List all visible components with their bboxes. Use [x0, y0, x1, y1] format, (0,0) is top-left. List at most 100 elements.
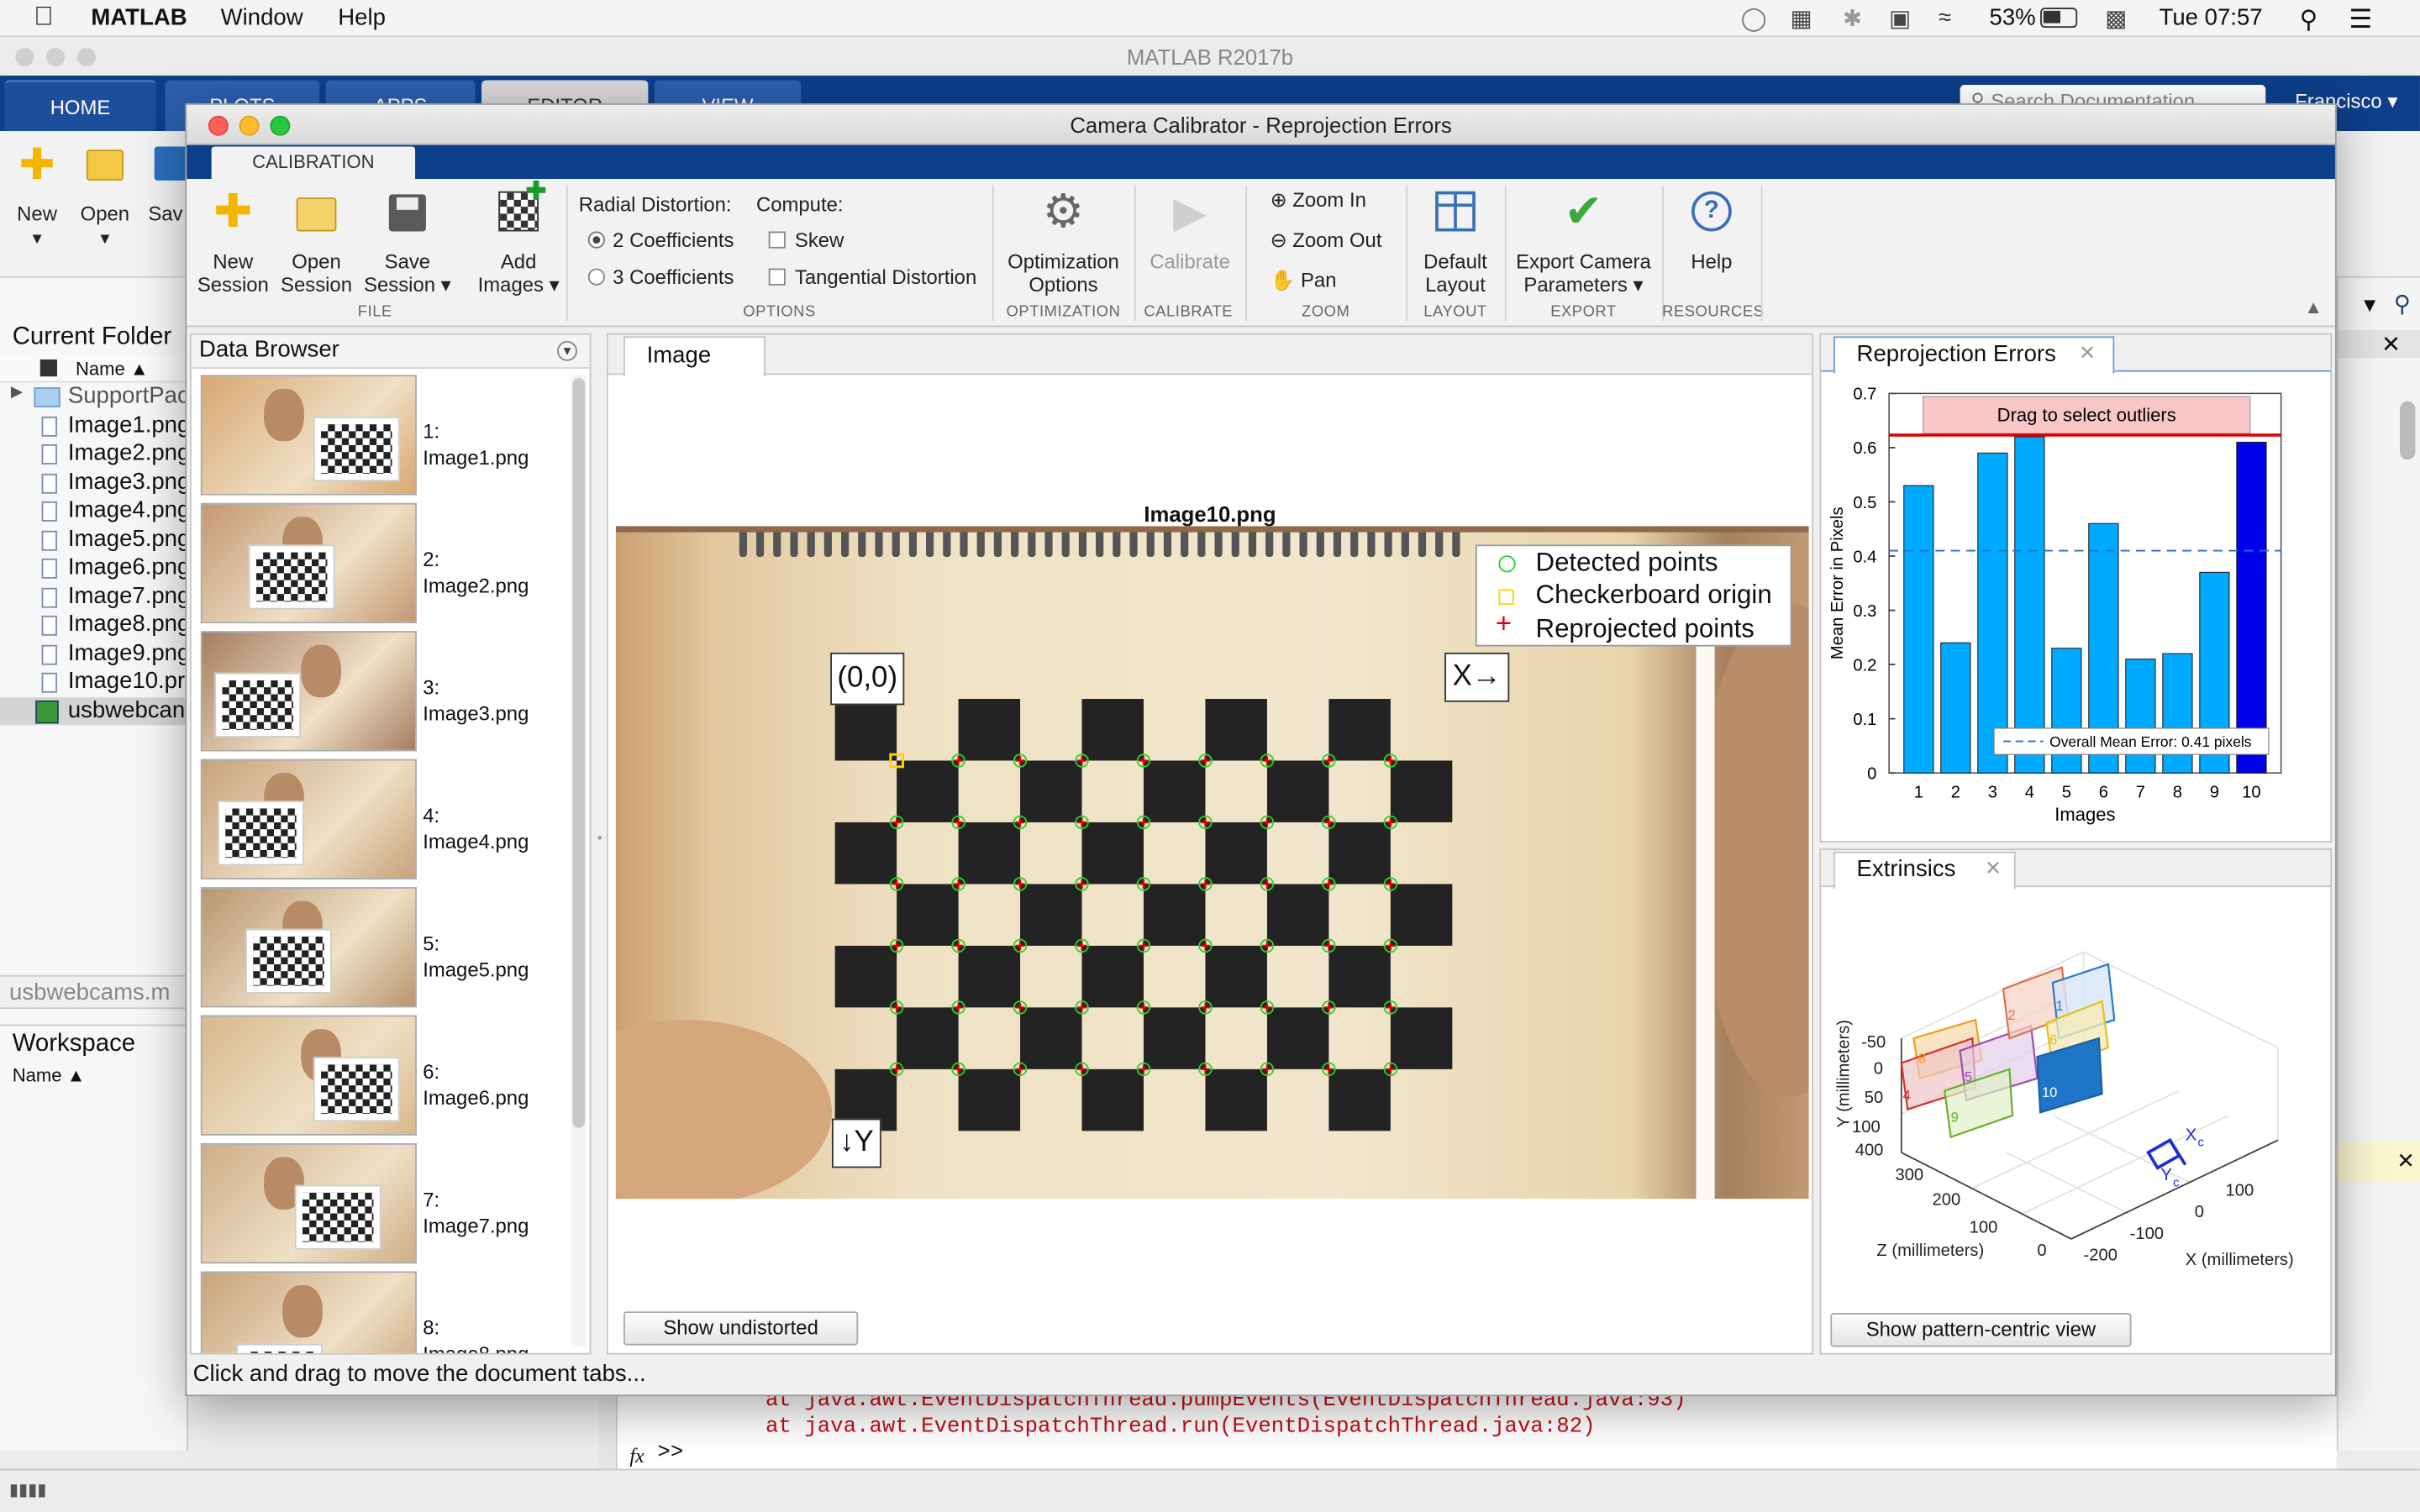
matlab-open-button[interactable]: Open ▼	[74, 144, 135, 252]
error-bar[interactable]	[1977, 452, 2008, 774]
command-window[interactable]: at java.awt.EventDispatchThread.pumpEven…	[617, 1389, 2337, 1469]
menubar-clock[interactable]: Tue 07:57	[2160, 5, 2263, 31]
wifi-icon[interactable]: ≈	[1939, 5, 1951, 31]
splitter-handle[interactable]: •	[597, 830, 607, 848]
new-session-button[interactable]: ✚ New Session	[193, 187, 274, 296]
menu-window[interactable]: Window	[221, 5, 303, 31]
panel-menu-icon[interactable]: ▼	[557, 340, 577, 361]
search-icon[interactable]: ⚲	[2394, 290, 2411, 318]
thumbnail-label[interactable]: 7: Image7.png	[423, 1186, 529, 1238]
image-thumbnail[interactable]	[200, 1271, 417, 1353]
window-minimize-button[interactable]	[239, 115, 260, 136]
zoom-in-button[interactable]: ⊕ Zoom In	[1270, 188, 1366, 213]
file-item[interactable]: Image1.png	[0, 411, 188, 438]
matlab-close-button[interactable]	[15, 47, 34, 66]
default-layout-button[interactable]: Default Layout	[1409, 188, 1502, 297]
matlab-minimize-button[interactable]	[46, 47, 66, 66]
image-thumbnail[interactable]	[200, 502, 417, 624]
notification-center-icon[interactable]: ☰	[2349, 5, 2372, 36]
optimization-options-button[interactable]: ⚙ Optimization Options	[996, 187, 1132, 296]
menu-app-name[interactable]: MATLAB	[91, 5, 187, 31]
calibration-image[interactable]: (0,0) X→ ↓Y Detected points Checkerboard…	[615, 526, 1809, 1200]
radio-2-coefficients[interactable]: 2 Coefficients	[587, 228, 734, 251]
close-icon[interactable]: ✕	[2396, 1148, 2415, 1174]
matlab-new-button[interactable]: ✚ New ▼	[9, 143, 65, 252]
close-icon[interactable]: ✕	[2079, 341, 2096, 365]
tab-extrinsics[interactable]: Extrinsics ✕	[1833, 851, 2016, 889]
matlab-save-button[interactable]: Sav	[148, 144, 189, 225]
checkbox-skew[interactable]: Skew	[768, 228, 844, 251]
file-item[interactable]: Image2.png	[0, 439, 188, 467]
thumbnail-label[interactable]: 6: Image6.png	[423, 1058, 529, 1110]
help-button[interactable]: ? Help	[1665, 188, 1758, 273]
file-item[interactable]: Image5.png	[0, 525, 188, 553]
error-bar[interactable]	[2236, 441, 2267, 774]
thumbnail-label[interactable]: 2: Image2.png	[423, 546, 529, 598]
save-session-button[interactable]: Save Session ▾	[356, 188, 458, 297]
zoom-out-button[interactable]: ⊖ Zoom Out	[1270, 228, 1382, 253]
error-bar[interactable]	[1903, 485, 1934, 774]
checkbox-tangential-distortion[interactable]: Tangential Distortion	[768, 265, 976, 288]
dropdown-arrow-icon[interactable]: ▼	[2360, 293, 2380, 317]
collapse-toolstrip-icon[interactable]: ▲	[2304, 297, 2323, 318]
file-item[interactable]: Image8.png	[0, 611, 188, 638]
file-item[interactable]: usbwebcan	[0, 696, 189, 725]
folder-item[interactable]: ▶ SupportPac	[0, 383, 188, 411]
matlab-zoom-button[interactable]	[76, 47, 96, 66]
pan-button[interactable]: ✋ Pan	[1270, 269, 1337, 293]
add-images-button[interactable]: ✚ Add Images ▾	[468, 180, 570, 297]
close-icon[interactable]: ✕	[2381, 330, 2401, 358]
window-close-button[interactable]	[208, 115, 229, 136]
workspace-name-column[interactable]: Name ▲	[13, 1064, 86, 1086]
data-browser-scrollbar[interactable]	[571, 375, 587, 1347]
image-thumbnail[interactable]	[200, 1015, 417, 1136]
name-column-header[interactable]: Name ▲	[76, 358, 149, 380]
extrinsics-3d-plot[interactable]: 8 4 5 9 2 1 6 10 -50 0 50 100 400 300 200 10…	[1821, 890, 2330, 1307]
tab-image[interactable]: Image	[623, 336, 766, 377]
thumbnail-label[interactable]: 4: Image4.png	[423, 802, 529, 854]
open-session-button[interactable]: Open Session	[273, 188, 360, 297]
file-item[interactable]: Image3.png	[0, 468, 188, 496]
file-item[interactable]: Image9.png	[0, 639, 188, 667]
keyboard-icon[interactable]: ▣	[1889, 5, 1911, 32]
thumbnail-label[interactable]: 8:Image8.png	[423, 1315, 529, 1353]
file-item[interactable]: Image7.png	[0, 582, 188, 610]
bluetooth-icon[interactable]: ✱	[1843, 5, 1862, 32]
image-thumbnail[interactable]	[200, 759, 417, 879]
image-thumbnail[interactable]	[200, 375, 417, 496]
window-zoom-button[interactable]	[270, 115, 291, 136]
headphones-icon[interactable]: ◯	[1741, 5, 1767, 32]
image-thumbnail[interactable]	[200, 887, 417, 1008]
image-thumbnail[interactable]	[200, 1142, 417, 1264]
thumbnail-label[interactable]: 1: Image1.png	[423, 418, 529, 470]
file-item[interactable]: Image10.pr	[0, 668, 188, 696]
calendar-icon[interactable]: ▩	[2105, 5, 2127, 32]
expand-arrow-icon[interactable]: ▶	[11, 384, 23, 401]
file-item[interactable]: Image6.png	[0, 554, 188, 581]
scrollbar-thumb[interactable]	[2400, 401, 2416, 460]
error-bar[interactable]	[2162, 653, 2193, 774]
image-thumbnail[interactable]	[200, 631, 417, 752]
apple-icon[interactable]: 	[34, 2, 53, 33]
radio-3-coefficients[interactable]: 3 Coefficients	[587, 265, 734, 288]
fx-icon[interactable]: fx	[629, 1444, 644, 1468]
show-pattern-centric-view-button[interactable]: Show pattern-centric view	[1830, 1313, 2132, 1347]
error-bar[interactable]	[2014, 436, 2045, 774]
tab-home[interactable]: HOME	[4, 80, 156, 132]
export-camera-parameters-button[interactable]: ✔ Export Camera Parameters ▾	[1507, 187, 1659, 296]
calibrate-button[interactable]: ▶ Calibrate	[1138, 188, 1243, 273]
scrollbar-thumb[interactable]	[572, 377, 586, 1128]
show-undistorted-button[interactable]: Show undistorted	[623, 1311, 859, 1346]
tab-reprojection-errors[interactable]: Reprojection Errors ✕	[1833, 336, 2115, 374]
spotlight-icon[interactable]: ⚲	[2300, 5, 2318, 36]
thumbnail-label[interactable]: 5: Image5.png	[423, 931, 529, 983]
battery-icon[interactable]	[2040, 8, 2078, 29]
splitter[interactable]	[598, 1389, 618, 1469]
thumbnail-label[interactable]: 3: Image3.png	[423, 675, 529, 727]
file-item[interactable]: Image4.png	[0, 496, 188, 524]
menu-help[interactable]: Help	[338, 5, 386, 31]
error-bar[interactable]	[2125, 659, 2156, 774]
close-icon[interactable]: ✕	[1985, 856, 2002, 880]
reprojection-errors-chart[interactable]: 0 0.1 0.2 0.3 0.4 0.5 0.6 0.7 1 2 3 4 5 6 7 8 9 10 Drag to…	[1821, 375, 2330, 841]
grid-icon[interactable]: ▦	[1791, 5, 1812, 32]
